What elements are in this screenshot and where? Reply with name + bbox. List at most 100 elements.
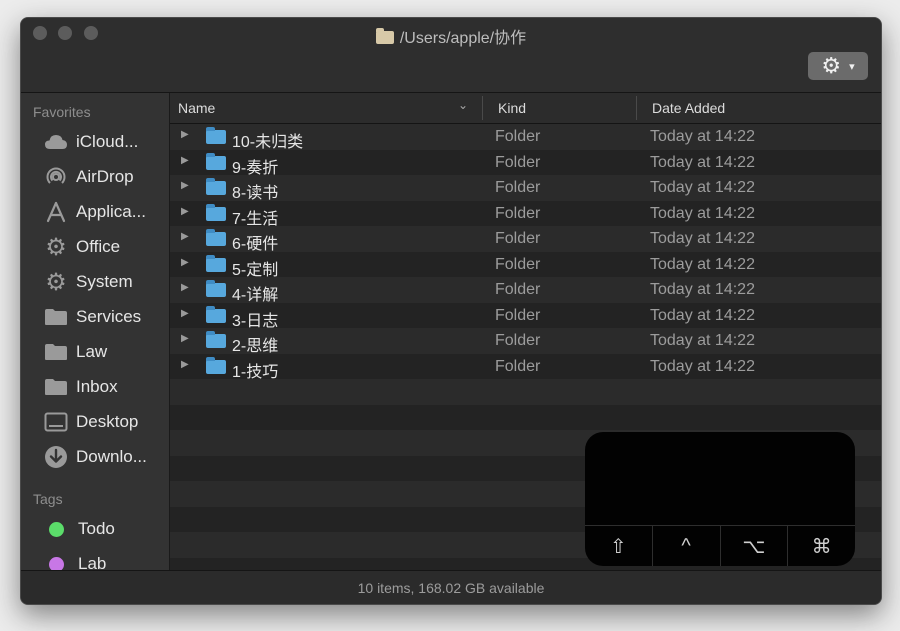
- applications-icon: [44, 200, 68, 224]
- sidebar-item-icloud[interactable]: iCloud...: [21, 126, 169, 158]
- table-row[interactable]: ▶ 1-技巧 Folder Today at 14:22: [170, 353, 881, 381]
- folder-icon: [206, 331, 226, 348]
- download-icon: [44, 445, 68, 469]
- empty-row: [170, 379, 881, 405]
- disclosure-triangle-icon[interactable]: ▶: [181, 333, 189, 344]
- folder-icon: [44, 305, 68, 329]
- table-row[interactable]: ▶ 6-硬件 Folder Today at 14:22: [170, 226, 881, 253]
- sidebar-item-downloads[interactable]: Downlo...: [21, 441, 169, 473]
- file-date-added: Today at 14:22: [650, 128, 755, 145]
- file-kind: Folder: [495, 332, 541, 349]
- table-row[interactable]: ▶ 4-详解 Folder Today at 14:22: [170, 277, 881, 304]
- sidebar-item-label: Law: [76, 342, 108, 361]
- folder-icon: [206, 356, 226, 374]
- sidebar-item-applications[interactable]: Applica...: [21, 196, 169, 228]
- column-header-row: Name ⌄ Kind Date Added: [170, 93, 881, 124]
- disclosure-triangle-icon[interactable]: ▶: [181, 282, 189, 293]
- sidebar-item-label: Applica...: [76, 202, 146, 221]
- tag-color-dot: [49, 521, 64, 537]
- sidebar-item-system[interactable]: ⚙ System: [21, 266, 169, 298]
- sidebar-tag-lab[interactable]: Lab: [21, 548, 169, 570]
- file-date-added: Today at 14:22: [650, 332, 755, 349]
- sort-chevron-icon[interactable]: ⌄: [458, 98, 468, 112]
- file-kind: Folder: [495, 153, 541, 171]
- shift-key-icon: ⇧: [609, 535, 627, 558]
- sidebar-tag-label: Lab: [78, 554, 107, 570]
- sidebar-item-office[interactable]: ⚙ Office: [21, 231, 169, 263]
- window-title-text: /Users/apple/协作: [399, 30, 527, 47]
- folder-icon: [44, 340, 68, 364]
- file-kind: Folder: [495, 179, 541, 196]
- sidebar: Favorites iCloud... AirDrop Applica... ⚙…: [21, 93, 170, 570]
- disclosure-triangle-icon[interactable]: ▶: [181, 308, 189, 319]
- column-header-date-added[interactable]: Date Added: [652, 100, 725, 116]
- tag-color-dot: [49, 556, 64, 570]
- table-row[interactable]: ▶ 9-奏折 Folder Today at 14:22: [170, 149, 881, 177]
- gear-icon: ⚙: [45, 233, 67, 261]
- folder-icon: [206, 127, 226, 144]
- disclosure-triangle-icon[interactable]: ▶: [181, 155, 189, 166]
- column-divider[interactable]: [636, 96, 637, 120]
- disclosure-triangle-icon[interactable]: ▶: [181, 257, 189, 268]
- table-row[interactable]: ▶ 2-思维 Folder Today at 14:22: [170, 328, 881, 355]
- sidebar-item-law[interactable]: Law: [21, 336, 169, 368]
- option-key-icon: ⌥: [719, 526, 788, 566]
- table-row[interactable]: ▶ 5-定制 Folder Today at 14:22: [170, 251, 881, 279]
- file-kind: Folder: [495, 128, 541, 145]
- sidebar-tag-todo[interactable]: Todo: [21, 513, 169, 545]
- file-name: 9-奏折: [232, 159, 279, 177]
- disclosure-triangle-icon[interactable]: ▶: [181, 359, 189, 370]
- file-name: 6-硬件: [232, 236, 279, 253]
- gear-icon: ⚙: [45, 268, 67, 296]
- sidebar-tag-label: Todo: [78, 519, 115, 538]
- folder-icon: [206, 280, 226, 297]
- file-date-added: Today at 14:22: [650, 153, 755, 171]
- sidebar-item-label: iCloud...: [76, 132, 139, 151]
- file-date-added: Today at 14:22: [650, 255, 755, 273]
- control-key-icon: ^: [651, 526, 720, 566]
- file-name: 8-读书: [232, 185, 279, 202]
- sidebar-item-label: Downlo...: [76, 447, 147, 466]
- file-kind: Folder: [495, 281, 541, 298]
- modifier-keys-row: ⇧ ^ ⌥ ⌘: [585, 525, 855, 566]
- file-name: 2-思维: [232, 338, 279, 355]
- sidebar-item-inbox[interactable]: Inbox: [21, 371, 169, 403]
- folder-icon: [206, 229, 226, 246]
- table-row[interactable]: ▶ 8-读书 Folder Today at 14:22: [170, 175, 881, 202]
- table-row[interactable]: ▶ 10-未归类 Folder Today at 14:22: [170, 124, 881, 151]
- file-date-added: Today at 14:22: [650, 306, 755, 324]
- folder-icon: [206, 152, 226, 170]
- airdrop-icon: [44, 165, 68, 189]
- folder-icon: [44, 375, 68, 399]
- sidebar-item-airdrop[interactable]: AirDrop: [21, 161, 169, 193]
- file-date-added: Today at 14:22: [650, 357, 755, 375]
- gear-icon: ⚙: [821, 53, 842, 78]
- empty-row: [170, 404, 881, 430]
- sidebar-item-desktop[interactable]: Desktop: [21, 406, 169, 438]
- file-date-added: Today at 14:22: [650, 204, 755, 222]
- sidebar-item-services[interactable]: Services: [21, 301, 169, 333]
- command-key-icon: ⌘: [787, 526, 855, 566]
- file-name: 7-生活: [232, 210, 279, 228]
- disclosure-triangle-icon[interactable]: ▶: [181, 206, 189, 217]
- sidebar-item-label: Inbox: [76, 377, 118, 396]
- cloud-icon: [44, 130, 68, 154]
- file-name: 5-定制: [232, 261, 279, 279]
- column-header-name[interactable]: Name: [178, 100, 215, 116]
- column-divider[interactable]: [482, 96, 483, 120]
- disclosure-triangle-icon[interactable]: ▶: [181, 180, 189, 191]
- column-header-kind[interactable]: Kind: [498, 100, 526, 116]
- title-bar: /Users/apple/协作 ⚙ ▾: [21, 18, 881, 93]
- file-name: 4-详解: [232, 287, 279, 304]
- table-row[interactable]: ▶ 7-生活 Folder Today at 14:22: [170, 200, 881, 228]
- file-date-added: Today at 14:22: [650, 281, 755, 298]
- sidebar-item-label: System: [76, 272, 133, 291]
- file-name: 3-日志: [232, 312, 279, 330]
- disclosure-triangle-icon[interactable]: ▶: [181, 129, 189, 140]
- disclosure-triangle-icon[interactable]: ▶: [181, 231, 189, 242]
- desktop-icon: [44, 410, 68, 434]
- action-menu-button[interactable]: ⚙ ▾: [808, 52, 868, 80]
- table-row[interactable]: ▶ 3-日志 Folder Today at 14:22: [170, 302, 881, 330]
- file-name: 1-技巧: [232, 363, 279, 381]
- sidebar-item-label: Office: [76, 237, 121, 256]
